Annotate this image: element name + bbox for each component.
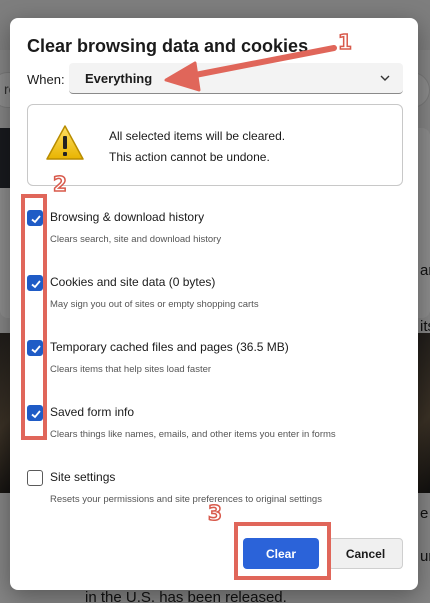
- option-description: Clears items that help sites load faster: [50, 364, 212, 375]
- dialog-title: Clear browsing data and cookies: [27, 36, 309, 56]
- option-label: Saved form info: [50, 405, 135, 419]
- checkmark-icon: [31, 410, 41, 419]
- chevron-down-icon: [380, 75, 390, 81]
- warning-box: All selected items will be cleared. This…: [27, 104, 403, 186]
- when-label: When:: [27, 72, 65, 87]
- option-description: Clears things like names, emails, and ot…: [50, 429, 336, 440]
- warning-line-1: All selected items will be cleared.: [109, 129, 286, 143]
- cookies-checkbox[interactable]: [27, 275, 43, 291]
- browsing-history-checkbox[interactable]: [27, 210, 43, 226]
- site-settings-checkbox[interactable]: [27, 470, 43, 486]
- cancel-button[interactable]: Cancel: [328, 538, 403, 569]
- saved-form-info-checkbox[interactable]: [27, 405, 43, 421]
- option-label: Site settings: [50, 470, 116, 484]
- clear-button[interactable]: Clear: [243, 538, 319, 569]
- option-description: Resets your permissions and site prefere…: [50, 494, 322, 505]
- option-label: Temporary cached files and pages (36.5 M…: [50, 340, 289, 354]
- clear-browsing-data-dialog: Clear browsing data and cookies When: Ev…: [10, 18, 418, 590]
- checkmark-icon: [31, 345, 41, 354]
- option-description: Clears search, site and download history: [50, 234, 222, 245]
- warning-icon: [46, 125, 84, 160]
- cached-files-checkbox[interactable]: [27, 340, 43, 356]
- option-label: Browsing & download history: [50, 210, 205, 224]
- time-range-dropdown[interactable]: Everything: [69, 63, 403, 94]
- option-label: Cookies and site data (0 bytes): [50, 275, 216, 289]
- checkmark-icon: [31, 280, 41, 289]
- option-description: May sign you out of sites or empty shopp…: [50, 299, 259, 310]
- warning-line-2: This action cannot be undone.: [109, 150, 270, 164]
- time-range-value: Everything: [85, 71, 153, 86]
- checkmark-icon: [31, 215, 41, 224]
